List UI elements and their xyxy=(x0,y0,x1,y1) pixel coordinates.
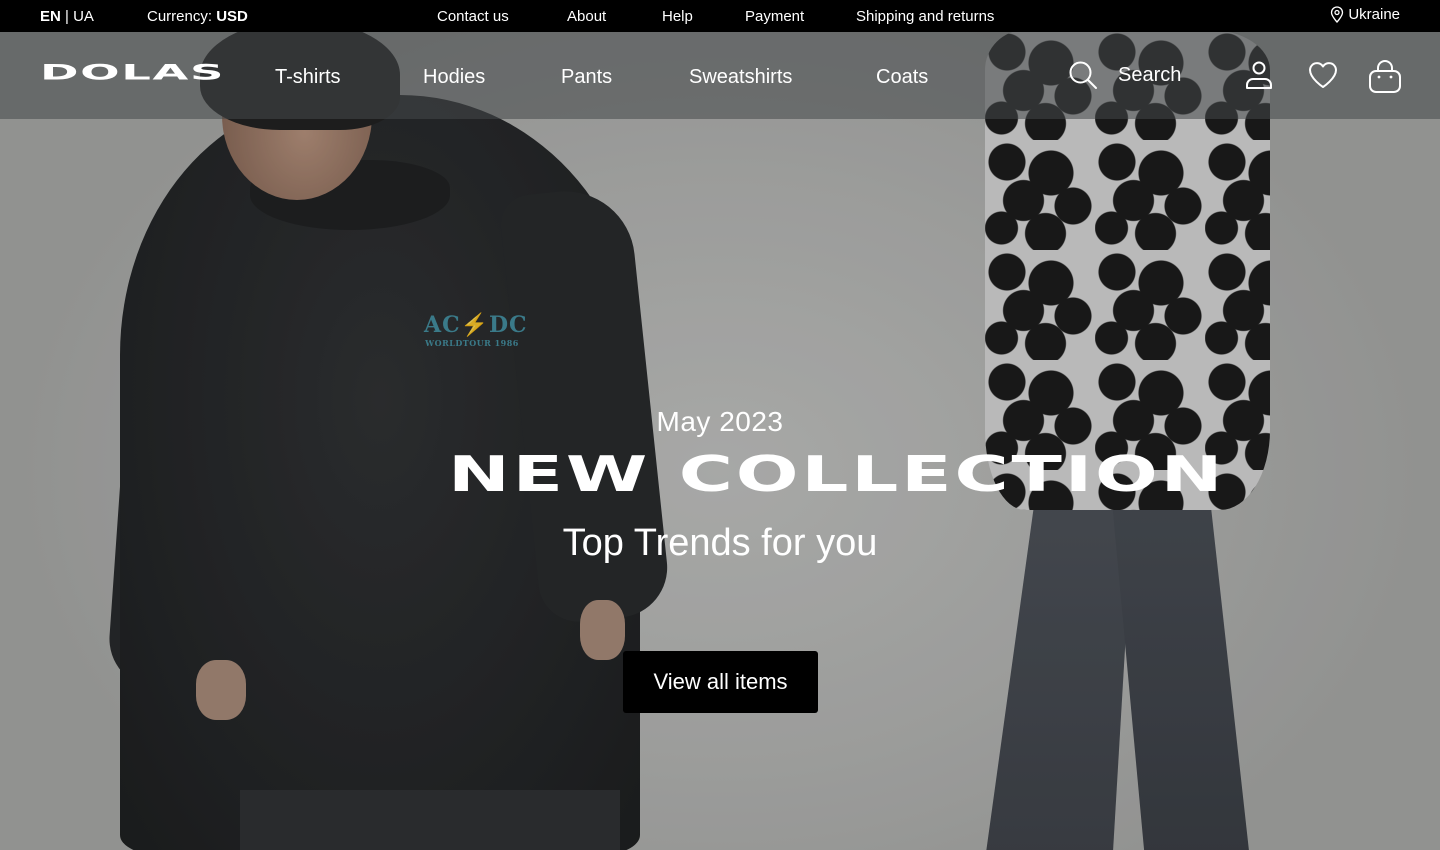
language-ua[interactable]: UA xyxy=(73,8,94,25)
hero-date: May 2023 xyxy=(656,406,784,437)
view-all-items-button[interactable]: View all items xyxy=(623,651,818,713)
link-contact-us[interactable]: Contact us xyxy=(437,8,509,25)
map-pin-icon xyxy=(1331,6,1344,23)
user-icon xyxy=(1246,61,1272,89)
currency-label: Currency: xyxy=(147,8,213,25)
search-box[interactable]: Search xyxy=(1068,60,1181,90)
language-en[interactable]: EN xyxy=(40,8,61,25)
language-switcher: EN | UA xyxy=(40,8,94,25)
nav-hodies[interactable]: Hodies xyxy=(423,66,485,89)
link-payment[interactable]: Payment xyxy=(745,8,804,25)
bag-icon xyxy=(1369,60,1401,93)
location-label: Ukraine xyxy=(1348,6,1400,23)
main-navbar: DOLAS T-shirts Hodies Pants Sweatshirts … xyxy=(0,32,1440,119)
nav-tshirts[interactable]: T-shirts xyxy=(275,66,341,89)
location-selector[interactable]: Ukraine xyxy=(1330,6,1400,23)
account-button[interactable] xyxy=(1245,60,1273,95)
currency-value: USD xyxy=(216,8,248,25)
hero-headline: NEW COLLECTION xyxy=(262,450,1222,500)
top-utility-bar: EN | UA Currency: USD Contact us About H… xyxy=(0,0,1440,32)
heart-icon xyxy=(1309,62,1337,88)
search-icon xyxy=(1069,61,1097,89)
wishlist-button[interactable] xyxy=(1308,60,1338,95)
nav-sweatshirts[interactable]: Sweatshirts xyxy=(689,66,792,89)
hero-headline-text: NEW COLLECTION xyxy=(448,446,1226,504)
search-placeholder: Search xyxy=(1118,63,1182,86)
brand-logo[interactable]: DOLAS xyxy=(40,60,225,85)
link-help[interactable]: Help xyxy=(662,8,693,25)
language-separator: | xyxy=(65,8,69,25)
nav-coats[interactable]: Coats xyxy=(876,66,928,89)
hero-subtitle: Top Trends for you xyxy=(562,522,878,564)
cart-button[interactable] xyxy=(1368,60,1402,99)
link-shipping-returns[interactable]: Shipping and returns xyxy=(856,8,994,25)
currency-selector[interactable]: Currency: USD xyxy=(147,8,248,25)
nav-pants[interactable]: Pants xyxy=(561,66,612,89)
link-about[interactable]: About xyxy=(567,8,606,25)
